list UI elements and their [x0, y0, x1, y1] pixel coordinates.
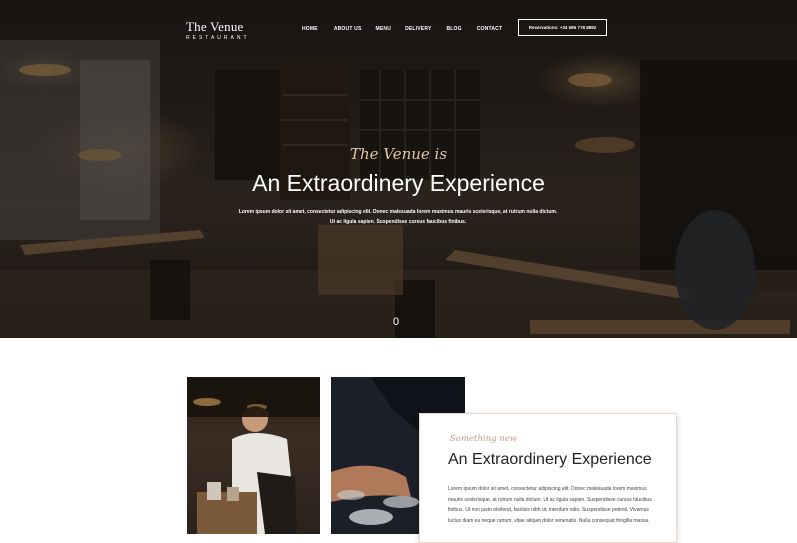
nav-home[interactable]: HOME — [302, 26, 318, 32]
about-card: Something new An Extraordinery Experienc… — [419, 413, 677, 543]
about-title: An Extraordinery Experience — [448, 451, 652, 468]
hero-overlay — [0, 0, 797, 338]
main-nav: HOME ABOUT US MENU DELIVERY BLOG CONTACT — [302, 26, 502, 32]
hero-description: Lorem ipsum dolor sit amet, consectetur … — [238, 209, 558, 225]
site-logo[interactable]: The Venue RESTAURANT — [186, 19, 250, 42]
hero-script-heading: The Venue is — [349, 145, 448, 163]
nav-blog[interactable]: BLOG — [446, 26, 461, 32]
hero-section: The Venue RESTAURANT HOME ABOUT US MENU … — [0, 0, 797, 338]
nav-about-us[interactable]: ABOUT US — [334, 26, 362, 32]
nav-menu[interactable]: MENU — [376, 26, 392, 32]
nav-contact[interactable]: CONTACT — [477, 26, 502, 32]
hero-title: An Extraordinery Experience — [252, 170, 545, 196]
about-script-heading: Something new — [450, 434, 518, 444]
chef-photo — [187, 377, 320, 534]
slider-indicator[interactable]: 0 — [393, 316, 399, 328]
nav-delivery[interactable]: DELIVERY — [405, 26, 431, 32]
reservations-button[interactable]: Reservations: +34 586 778 8892 — [518, 19, 607, 36]
logo-tagline: RESTAURANT — [186, 35, 250, 41]
about-description: Lorem ipsum dolor sit amet, consectetur … — [448, 486, 652, 524]
logo-title: The Venue — [186, 19, 244, 34]
